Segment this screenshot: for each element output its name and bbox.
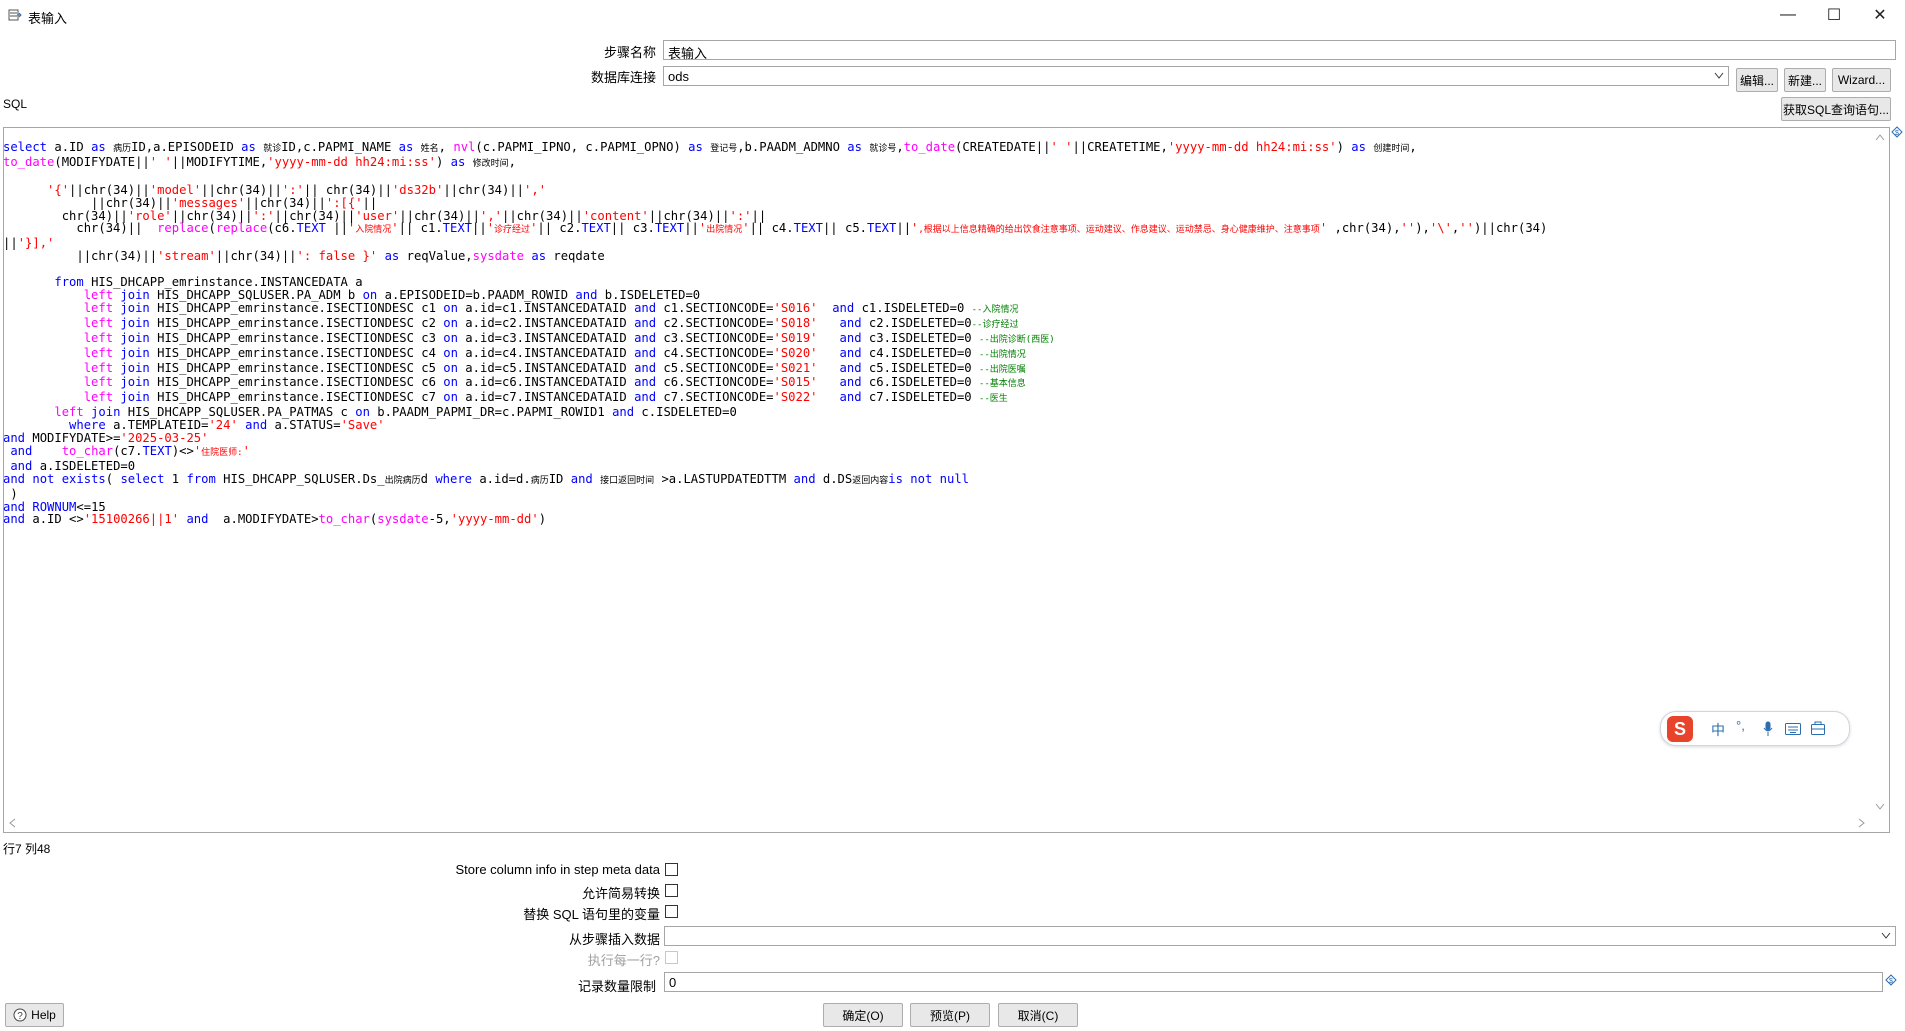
chevron-down-icon — [1714, 72, 1724, 79]
help-icon: ? — [13, 1008, 27, 1022]
step-name-label: 步骤名称 — [603, 45, 656, 60]
db-connection-value: ods — [668, 69, 689, 84]
db-connection-label: 数据库连接 — [590, 70, 656, 85]
chevron-down-icon — [1881, 932, 1891, 939]
svg-text:$: $ — [1889, 978, 1893, 985]
sql-label: SQL — [3, 97, 28, 111]
keyboard-icon[interactable] — [1785, 723, 1801, 735]
toolbox-icon[interactable] — [1811, 721, 1825, 735]
minimize-button[interactable]: — — [1765, 0, 1811, 30]
help-button[interactable]: ? Help — [5, 1003, 64, 1027]
wizard-button[interactable]: Wizard... — [1832, 68, 1891, 92]
ok-button[interactable]: 确定(O) — [823, 1003, 903, 1027]
lazy-conversion-label: 允许简易转换 — [581, 886, 660, 901]
replace-variables-checkbox[interactable] — [665, 905, 678, 918]
insert-from-step-select[interactable] — [664, 926, 1896, 946]
window-title: 表输入 — [28, 11, 68, 26]
diamond-variable-icon: $ — [1891, 126, 1903, 138]
replace-variables-label: 替换 SQL 语句里的变量 — [523, 907, 660, 922]
ime-chinese-mode[interactable]: 中 — [1711, 720, 1725, 740]
db-connection-select[interactable]: ods — [663, 66, 1729, 86]
limit-label: 记录数量限制 — [577, 979, 656, 994]
sql-code: select a.ID as 病历ID,a.EPISODEID as 就诊ID,… — [3, 140, 1548, 527]
svg-text:?: ? — [17, 1011, 23, 1022]
sogou-logo-icon[interactable]: S — [1667, 716, 1693, 742]
title-bar: 表输入 — ☐ ✕ — [0, 0, 1905, 30]
new-connection-button[interactable]: 新建... — [1784, 68, 1826, 92]
scroll-down-icon[interactable] — [1875, 803, 1885, 811]
scroll-up-icon[interactable] — [1875, 133, 1885, 141]
cursor-position: 行7 列48 — [3, 842, 51, 856]
ime-toolbar: S 中 °, — [1660, 711, 1850, 746]
edit-connection-button[interactable]: 编辑... — [1736, 68, 1778, 92]
ime-punct-mode[interactable]: °, — [1736, 718, 1745, 733]
execute-each-row-label: 执行每一行? — [587, 953, 660, 968]
step-name-input[interactable]: 表输入 — [663, 40, 1896, 61]
microphone-icon[interactable] — [1763, 721, 1773, 737]
close-button[interactable]: ✕ — [1857, 0, 1903, 30]
execute-each-row-checkbox — [665, 951, 678, 964]
svg-text:$: $ — [1895, 130, 1899, 137]
lazy-conversion-checkbox[interactable] — [665, 884, 678, 897]
cancel-button[interactable]: 取消(C) — [998, 1003, 1078, 1027]
store-column-info-label: Store column info in step meta data — [455, 862, 660, 877]
limit-input[interactable]: 0 — [664, 972, 1883, 992]
help-label: Help — [31, 1008, 56, 1022]
table-input-icon — [8, 9, 22, 21]
maximize-button[interactable]: ☐ — [1811, 0, 1857, 30]
get-sql-button[interactable]: 获取SQL查询语句... — [1781, 97, 1891, 121]
diamond-variable-icon: $ — [1885, 974, 1897, 986]
insert-from-step-label: 从步骤插入数据 — [568, 932, 660, 947]
scroll-right-icon[interactable] — [1858, 818, 1866, 828]
scroll-left-icon[interactable] — [8, 818, 16, 828]
store-column-info-checkbox[interactable] — [665, 863, 678, 876]
preview-button[interactable]: 预览(P) — [910, 1003, 990, 1027]
